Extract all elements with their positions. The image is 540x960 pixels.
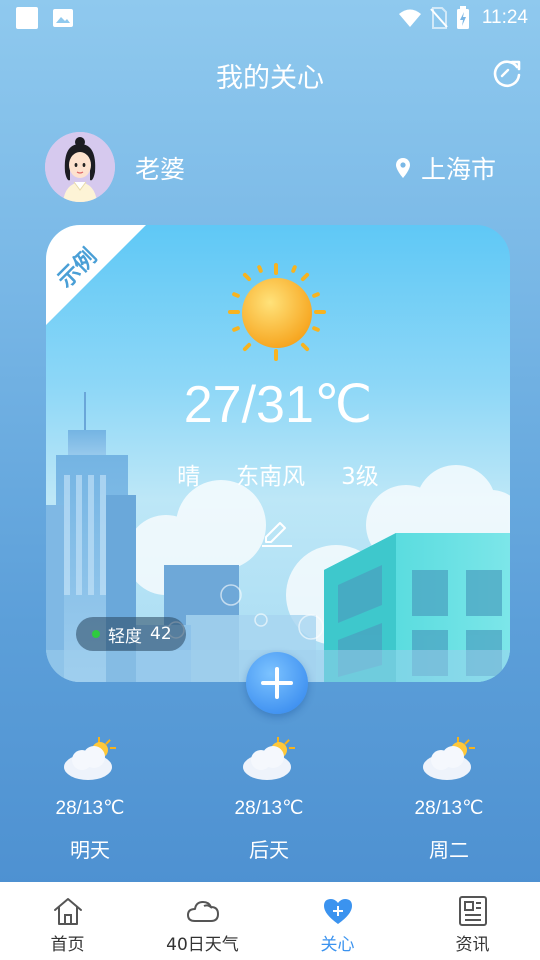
- partly-cloudy-icon: [243, 737, 295, 780]
- forecast-temp: 28/13℃: [234, 798, 304, 819]
- weather-condition: 晴: [177, 464, 201, 490]
- nav-label: 关心: [320, 935, 355, 955]
- status-time: 11:24: [481, 7, 528, 28]
- nav-item-home[interactable]: 首页: [0, 882, 135, 960]
- cloud-icon: [186, 901, 219, 922]
- nav-item-news[interactable]: 资讯: [405, 882, 540, 960]
- location-pin-icon: [395, 158, 410, 178]
- nav-label: 首页: [50, 935, 85, 955]
- add-care-button[interactable]: [246, 652, 308, 714]
- nav-item-care[interactable]: 关心: [270, 882, 405, 960]
- plus-icon: [261, 667, 293, 699]
- location-text: 上海市: [420, 155, 496, 184]
- news-icon: [458, 896, 487, 926]
- home-icon: [53, 898, 82, 925]
- page-title: 我的关心: [216, 63, 324, 94]
- avatar[interactable]: [45, 132, 115, 202]
- avatar-illustration: [45, 132, 115, 202]
- aqi-status-dot: [92, 630, 100, 638]
- edit-icon[interactable]: [258, 513, 294, 549]
- bottom-nav: 首页 40日天气 关心 资讯: [0, 882, 540, 960]
- image-icon: [53, 9, 73, 27]
- forecast-list: 28/13℃ 明天 28/13℃ 后天 28/13℃ 周二: [0, 735, 540, 865]
- forecast-item[interactable]: 28/13℃ 后天: [179, 735, 359, 863]
- nav-label: 40日天气: [166, 935, 239, 955]
- wifi-icon: [398, 9, 421, 27]
- weather-card[interactable]: 示例 27/31℃ 晴 东南风 3级 轻度 42: [46, 225, 510, 682]
- forecast-day: 周二: [429, 838, 469, 862]
- forecast-temp: 28/13℃: [55, 798, 125, 819]
- notification-square-icon: [16, 7, 38, 29]
- forecast-item[interactable]: 28/13℃ 明天: [0, 735, 180, 863]
- temperature: 27/31℃: [183, 376, 373, 434]
- forecast-item[interactable]: 28/13℃ 周二: [359, 735, 539, 863]
- aqi-label: 轻度: [108, 626, 142, 647]
- wind-level: 3级: [341, 464, 379, 490]
- no-sim-icon: [430, 7, 448, 29]
- location[interactable]: 上海市: [395, 150, 496, 186]
- battery-charging-icon: [456, 6, 469, 29]
- profile-name: 老婆: [135, 155, 186, 184]
- condition-row: 晴 东南风 3级: [46, 457, 510, 491]
- aqi-value: 42: [150, 624, 172, 644]
- heart-icon: [323, 899, 352, 924]
- nav-item-40day[interactable]: 40日天气: [135, 882, 270, 960]
- aqi-badge[interactable]: 轻度 42: [76, 617, 186, 651]
- forecast-day: 后天: [249, 838, 289, 862]
- wind-direction: 东南风: [236, 464, 306, 490]
- status-icons: 11:24: [398, 6, 528, 30]
- forecast-day: 明天: [70, 838, 110, 862]
- forecast-temp: 28/13℃: [414, 798, 484, 819]
- refresh-icon[interactable]: [490, 56, 524, 90]
- nav-label: 资讯: [455, 935, 490, 955]
- partly-cloudy-icon: [423, 737, 475, 780]
- status-bar: 11:24: [0, 0, 540, 36]
- partly-cloudy-icon: [64, 737, 116, 780]
